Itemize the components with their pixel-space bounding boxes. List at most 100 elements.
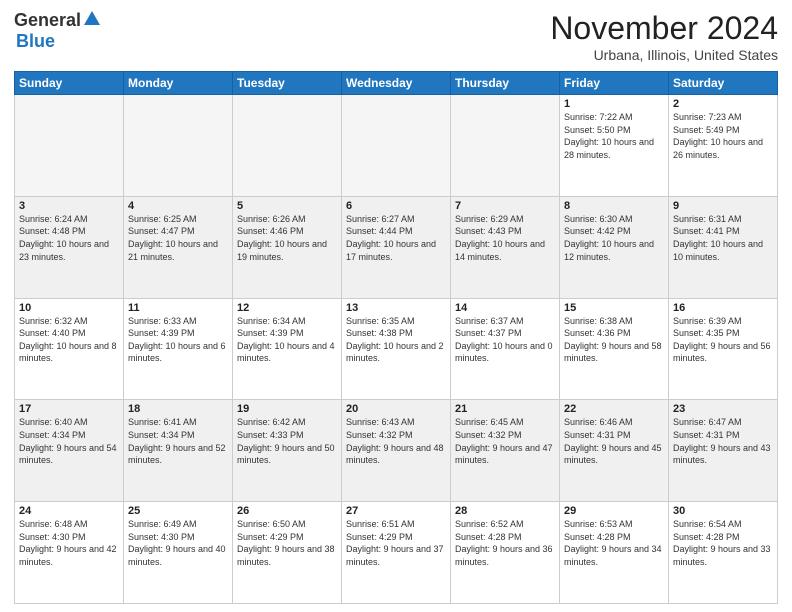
calendar-header-row: SundayMondayTuesdayWednesdayThursdayFrid…	[15, 72, 778, 95]
day-header-monday: Monday	[124, 72, 233, 95]
logo: General Blue	[14, 10, 100, 52]
calendar-cell: 28Sunrise: 6:52 AM Sunset: 4:28 PM Dayli…	[451, 502, 560, 604]
logo-triangle-icon	[84, 11, 100, 30]
day-info: Sunrise: 6:35 AM Sunset: 4:38 PM Dayligh…	[346, 315, 446, 365]
day-number: 14	[455, 302, 555, 314]
day-header-wednesday: Wednesday	[342, 72, 451, 95]
day-number: 15	[564, 302, 664, 314]
day-number: 9	[673, 200, 773, 212]
calendar-cell: 23Sunrise: 6:47 AM Sunset: 4:31 PM Dayli…	[669, 400, 778, 502]
day-info: Sunrise: 6:29 AM Sunset: 4:43 PM Dayligh…	[455, 213, 555, 263]
day-header-thursday: Thursday	[451, 72, 560, 95]
day-number: 24	[19, 505, 119, 517]
calendar-cell: 19Sunrise: 6:42 AM Sunset: 4:33 PM Dayli…	[233, 400, 342, 502]
day-info: Sunrise: 6:38 AM Sunset: 4:36 PM Dayligh…	[564, 315, 664, 365]
calendar-cell: 15Sunrise: 6:38 AM Sunset: 4:36 PM Dayli…	[560, 298, 669, 400]
calendar-cell: 3Sunrise: 6:24 AM Sunset: 4:48 PM Daylig…	[15, 196, 124, 298]
title-section: November 2024 Urbana, Illinois, United S…	[550, 10, 778, 63]
day-info: Sunrise: 6:51 AM Sunset: 4:29 PM Dayligh…	[346, 518, 446, 568]
day-number: 12	[237, 302, 337, 314]
calendar-cell: 30Sunrise: 6:54 AM Sunset: 4:28 PM Dayli…	[669, 502, 778, 604]
day-info: Sunrise: 6:48 AM Sunset: 4:30 PM Dayligh…	[19, 518, 119, 568]
day-number: 2	[673, 98, 773, 110]
day-header-saturday: Saturday	[669, 72, 778, 95]
day-header-tuesday: Tuesday	[233, 72, 342, 95]
calendar-cell: 25Sunrise: 6:49 AM Sunset: 4:30 PM Dayli…	[124, 502, 233, 604]
calendar-cell	[124, 95, 233, 197]
day-info: Sunrise: 6:46 AM Sunset: 4:31 PM Dayligh…	[564, 416, 664, 466]
calendar-cell: 21Sunrise: 6:45 AM Sunset: 4:32 PM Dayli…	[451, 400, 560, 502]
day-header-friday: Friday	[560, 72, 669, 95]
day-info: Sunrise: 6:43 AM Sunset: 4:32 PM Dayligh…	[346, 416, 446, 466]
day-info: Sunrise: 6:50 AM Sunset: 4:29 PM Dayligh…	[237, 518, 337, 568]
calendar-week-row: 24Sunrise: 6:48 AM Sunset: 4:30 PM Dayli…	[15, 502, 778, 604]
day-info: Sunrise: 6:27 AM Sunset: 4:44 PM Dayligh…	[346, 213, 446, 263]
calendar-cell	[233, 95, 342, 197]
calendar-cell: 11Sunrise: 6:33 AM Sunset: 4:39 PM Dayli…	[124, 298, 233, 400]
day-info: Sunrise: 6:24 AM Sunset: 4:48 PM Dayligh…	[19, 213, 119, 263]
header: General Blue November 2024 Urbana, Illin…	[14, 10, 778, 63]
calendar-cell: 10Sunrise: 6:32 AM Sunset: 4:40 PM Dayli…	[15, 298, 124, 400]
calendar-cell: 29Sunrise: 6:53 AM Sunset: 4:28 PM Dayli…	[560, 502, 669, 604]
calendar-cell: 14Sunrise: 6:37 AM Sunset: 4:37 PM Dayli…	[451, 298, 560, 400]
day-info: Sunrise: 7:23 AM Sunset: 5:49 PM Dayligh…	[673, 111, 773, 161]
calendar-cell: 6Sunrise: 6:27 AM Sunset: 4:44 PM Daylig…	[342, 196, 451, 298]
calendar-cell: 16Sunrise: 6:39 AM Sunset: 4:35 PM Dayli…	[669, 298, 778, 400]
day-number: 1	[564, 98, 664, 110]
calendar-cell: 27Sunrise: 6:51 AM Sunset: 4:29 PM Dayli…	[342, 502, 451, 604]
calendar-week-row: 17Sunrise: 6:40 AM Sunset: 4:34 PM Dayli…	[15, 400, 778, 502]
calendar-cell: 1Sunrise: 7:22 AM Sunset: 5:50 PM Daylig…	[560, 95, 669, 197]
calendar-cell: 13Sunrise: 6:35 AM Sunset: 4:38 PM Dayli…	[342, 298, 451, 400]
calendar-cell: 12Sunrise: 6:34 AM Sunset: 4:39 PM Dayli…	[233, 298, 342, 400]
calendar-cell: 17Sunrise: 6:40 AM Sunset: 4:34 PM Dayli…	[15, 400, 124, 502]
day-info: Sunrise: 6:49 AM Sunset: 4:30 PM Dayligh…	[128, 518, 228, 568]
day-number: 23	[673, 403, 773, 415]
calendar-cell: 7Sunrise: 6:29 AM Sunset: 4:43 PM Daylig…	[451, 196, 560, 298]
day-info: Sunrise: 6:30 AM Sunset: 4:42 PM Dayligh…	[564, 213, 664, 263]
day-info: Sunrise: 6:39 AM Sunset: 4:35 PM Dayligh…	[673, 315, 773, 365]
day-info: Sunrise: 6:41 AM Sunset: 4:34 PM Dayligh…	[128, 416, 228, 466]
day-number: 27	[346, 505, 446, 517]
day-info: Sunrise: 6:31 AM Sunset: 4:41 PM Dayligh…	[673, 213, 773, 263]
calendar-cell	[342, 95, 451, 197]
day-number: 21	[455, 403, 555, 415]
day-number: 7	[455, 200, 555, 212]
calendar-cell: 9Sunrise: 6:31 AM Sunset: 4:41 PM Daylig…	[669, 196, 778, 298]
day-number: 19	[237, 403, 337, 415]
day-info: Sunrise: 6:42 AM Sunset: 4:33 PM Dayligh…	[237, 416, 337, 466]
day-number: 13	[346, 302, 446, 314]
page: General Blue November 2024 Urbana, Illin…	[0, 0, 792, 612]
day-info: Sunrise: 6:26 AM Sunset: 4:46 PM Dayligh…	[237, 213, 337, 263]
calendar-week-row: 1Sunrise: 7:22 AM Sunset: 5:50 PM Daylig…	[15, 95, 778, 197]
day-number: 29	[564, 505, 664, 517]
calendar-cell: 18Sunrise: 6:41 AM Sunset: 4:34 PM Dayli…	[124, 400, 233, 502]
calendar-cell: 8Sunrise: 6:30 AM Sunset: 4:42 PM Daylig…	[560, 196, 669, 298]
calendar-week-row: 3Sunrise: 6:24 AM Sunset: 4:48 PM Daylig…	[15, 196, 778, 298]
calendar-cell: 22Sunrise: 6:46 AM Sunset: 4:31 PM Dayli…	[560, 400, 669, 502]
calendar-table: SundayMondayTuesdayWednesdayThursdayFrid…	[14, 71, 778, 604]
logo-general: General	[14, 10, 81, 31]
calendar-cell: 4Sunrise: 6:25 AM Sunset: 4:47 PM Daylig…	[124, 196, 233, 298]
day-number: 16	[673, 302, 773, 314]
day-number: 20	[346, 403, 446, 415]
day-number: 8	[564, 200, 664, 212]
day-number: 17	[19, 403, 119, 415]
day-info: Sunrise: 6:52 AM Sunset: 4:28 PM Dayligh…	[455, 518, 555, 568]
day-info: Sunrise: 6:25 AM Sunset: 4:47 PM Dayligh…	[128, 213, 228, 263]
calendar-cell	[451, 95, 560, 197]
day-info: Sunrise: 6:53 AM Sunset: 4:28 PM Dayligh…	[564, 518, 664, 568]
day-number: 28	[455, 505, 555, 517]
day-number: 25	[128, 505, 228, 517]
day-header-sunday: Sunday	[15, 72, 124, 95]
day-number: 22	[564, 403, 664, 415]
day-number: 30	[673, 505, 773, 517]
day-number: 4	[128, 200, 228, 212]
location: Urbana, Illinois, United States	[550, 47, 778, 63]
logo-blue: Blue	[16, 31, 55, 52]
day-number: 18	[128, 403, 228, 415]
calendar-cell	[15, 95, 124, 197]
day-info: Sunrise: 6:47 AM Sunset: 4:31 PM Dayligh…	[673, 416, 773, 466]
day-number: 26	[237, 505, 337, 517]
day-info: Sunrise: 7:22 AM Sunset: 5:50 PM Dayligh…	[564, 111, 664, 161]
calendar-cell: 26Sunrise: 6:50 AM Sunset: 4:29 PM Dayli…	[233, 502, 342, 604]
